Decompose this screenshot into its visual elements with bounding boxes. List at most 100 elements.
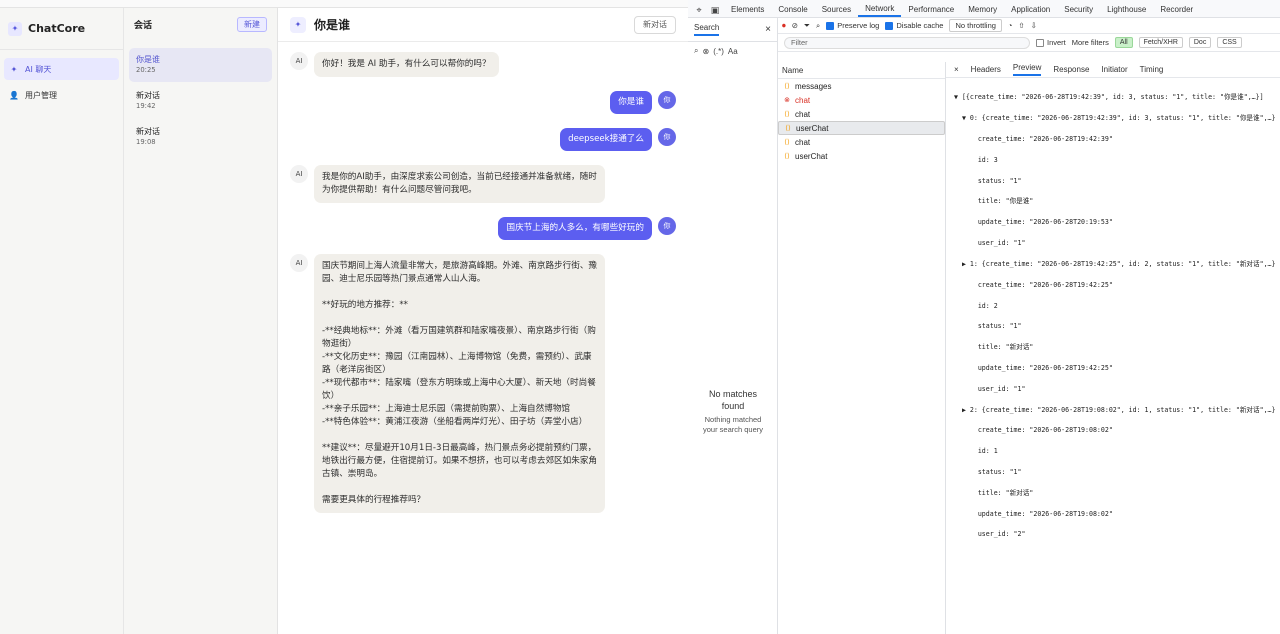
invert-checkbox[interactable]: Invert [1036, 38, 1066, 47]
new-chat-button[interactable]: 新对话 [634, 15, 676, 34]
sidebar-item-ai-chat[interactable]: ✦ AI 聊天 [4, 58, 119, 80]
download-icon[interactable]: ⇩ [1031, 21, 1037, 30]
filter-type-css[interactable]: CSS [1217, 37, 1242, 48]
search-header: Search × [688, 18, 777, 42]
tab-performance[interactable]: Performance [901, 1, 961, 17]
message-row: 国庆节上海的人多么，有哪些好玩的 你 [290, 217, 676, 240]
filter-input[interactable]: Filter [784, 36, 1030, 49]
json-line[interactable]: ▼ 0: {create_time: "2026-06-28T19:42:39"… [954, 113, 1280, 123]
json-line: update_time: "2026-06-28T19:42:25" [954, 363, 1113, 372]
clear-icon[interactable]: ⊘ [792, 21, 798, 30]
throttling-select[interactable]: No throttling [949, 19, 1002, 32]
ai-avatar: AI [290, 254, 308, 272]
session-item[interactable]: 新对话 19:08 [129, 120, 272, 154]
request-list-header[interactable]: Name [778, 62, 945, 79]
upload-icon[interactable]: ⇧ [1018, 21, 1024, 30]
search-tools: ⌕ ⊗ (.*) Aa [688, 42, 777, 60]
brand-logo-icon: ✦ [8, 21, 22, 36]
json-line: id: 1 [954, 447, 998, 456]
tab-elements[interactable]: Elements [724, 1, 771, 17]
regex-toggle-icon[interactable]: (.*) [713, 47, 724, 56]
session-item-time: 20:25 [136, 66, 156, 74]
wifi-icon[interactable]: ◔ [1008, 21, 1013, 30]
request-row[interactable]: ⟨⟩ chat [778, 107, 945, 121]
more-filters-button[interactable]: More filters [1072, 38, 1109, 47]
tab-recorder[interactable]: Recorder [1153, 1, 1200, 17]
request-row[interactable]: ⊗ chat [778, 93, 945, 107]
session-item-time: 19:42 [136, 102, 156, 110]
disable-cache-label: Disable cache [896, 21, 944, 30]
json-line[interactable]: ▼ [{create_time: "2026-06-28T19:42:39", … [954, 92, 1280, 102]
json-line: user_id: "2" [954, 530, 1026, 539]
search-panel: Search × ⌕ ⊗ (.*) Aa No matches found No… [688, 18, 778, 634]
tab-preview[interactable]: Preview [1012, 63, 1042, 76]
filter-type-all[interactable]: All [1114, 37, 1133, 48]
tab-security[interactable]: Security [1057, 1, 1100, 17]
close-icon[interactable]: × [765, 24, 771, 35]
chat-title-group: ✦ 你是谁 [290, 16, 350, 33]
clear-search-icon[interactable]: ⊗ [702, 47, 709, 56]
chat-app-window: ✦ ChatCore ✦ AI 聊天 👤 用户管理 会话 新建 你是谁 20:2… [0, 0, 688, 634]
tab-headers[interactable]: Headers [971, 65, 1001, 74]
tab-initiator[interactable]: Initiator [1101, 65, 1127, 74]
tab-lighthouse[interactable]: Lighthouse [1100, 1, 1153, 17]
tab-timing[interactable]: Timing [1140, 65, 1164, 74]
json-line: status: "1" [954, 468, 1022, 477]
search-icon[interactable]: ⌕ [816, 21, 820, 31]
request-row[interactable]: ⟨⟩ userChat [778, 149, 945, 163]
json-line: status: "1" [954, 322, 1022, 331]
ai-message-bubble: 我是你的AI助手，由深度求索公司创造，当前已经接通并准备就绪，随时 为你提供帮助… [314, 165, 605, 203]
inspect-icon[interactable]: ⌖ [692, 3, 706, 17]
search-tab[interactable]: Search [694, 23, 720, 36]
preserve-log-checkbox[interactable]: Preserve log [826, 21, 879, 30]
filter-placeholder: Filter [791, 38, 808, 47]
user-message-bubble: deepseek接通了么 [560, 128, 652, 151]
fetch-icon: ⟨⟩ [784, 139, 790, 146]
sidebar-nav: ✦ AI 聊天 👤 用户管理 [0, 50, 123, 118]
close-icon[interactable]: × [954, 65, 959, 74]
request-name: userChat [795, 151, 828, 161]
request-row[interactable]: ⟨⟩ messages [778, 79, 945, 93]
request-name: userChat [796, 123, 829, 133]
sidebar-item-user-management[interactable]: 👤 用户管理 [4, 84, 119, 106]
json-line[interactable]: ▶ 2: {create_time: "2026-06-28T19:08:02"… [954, 405, 1280, 415]
case-sensitive-icon[interactable]: Aa [728, 47, 738, 56]
device-toolbar-icon[interactable]: ▣ [708, 3, 722, 17]
filter-type-fetch-xhr[interactable]: Fetch/XHR [1138, 37, 1183, 48]
devtools-main-tabs: ⌖ ▣ Elements Console Sources Network Per… [688, 0, 1280, 18]
search-icon[interactable]: ⌕ [694, 46, 698, 56]
message-list: AI 你好！我是 AI 助手，有什么可以帮你的吗？ 你是谁 你 deepseek… [278, 42, 688, 537]
request-name: chat [795, 109, 811, 119]
fetch-icon: ⟨⟩ [784, 153, 790, 160]
detail-tabs: × Headers Preview Response Initiator Tim… [946, 62, 1280, 78]
session-item-title: 新对话 [136, 127, 160, 136]
json-line: status: "1" [954, 176, 1022, 185]
disable-cache-checkbox[interactable]: Disable cache [885, 21, 943, 30]
filter-type-doc[interactable]: Doc [1188, 37, 1212, 48]
request-row[interactable]: ⟨⟩ userChat [778, 121, 945, 135]
tab-memory[interactable]: Memory [961, 1, 1004, 17]
session-item-title: 新对话 [136, 91, 160, 100]
session-item-title: 你是谁 [136, 55, 160, 64]
tab-response[interactable]: Response [1053, 65, 1089, 74]
session-title: 会话 [134, 20, 153, 31]
json-line[interactable]: ▶ 1: {create_time: "2026-06-28T19:42:25"… [954, 259, 1280, 269]
tab-sources[interactable]: Sources [815, 1, 858, 17]
new-session-button[interactable]: 新建 [237, 16, 267, 32]
message-row: AI 我是你的AI助手，由深度求索公司创造，当前已经接通并准备就绪，随时 为你提… [290, 165, 676, 203]
record-icon[interactable]: ⏺ [782, 21, 786, 31]
session-item[interactable]: 你是谁 20:25 [129, 48, 272, 82]
json-line: title: "新对话" [954, 488, 1034, 497]
session-item[interactable]: 新对话 19:42 [129, 84, 272, 118]
request-row[interactable]: ⟨⟩ chat [778, 135, 945, 149]
user-avatar: 你 [658, 217, 676, 235]
request-detail-panel: × Headers Preview Response Initiator Tim… [946, 62, 1280, 634]
chat-title-icon: ✦ [290, 16, 306, 33]
filter-icon[interactable]: ⏷ [804, 21, 810, 31]
user-avatar: 你 [658, 91, 676, 109]
brand-name: ChatCore [28, 22, 86, 35]
tab-network[interactable]: Network [858, 1, 902, 17]
tab-application[interactable]: Application [1004, 1, 1057, 17]
tab-console[interactable]: Console [771, 1, 814, 17]
json-preview: ▼ [{create_time: "2026-06-28T19:42:39", … [946, 78, 1280, 561]
